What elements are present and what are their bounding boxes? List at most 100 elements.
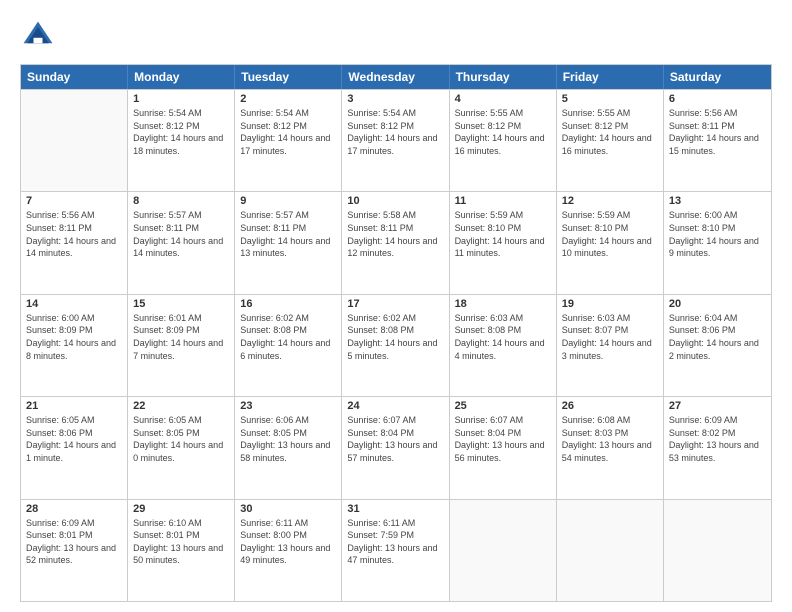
day-number: 23: [240, 400, 336, 412]
header-day-monday: Monday: [128, 65, 235, 89]
day-info: Sunrise: 6:00 AMSunset: 8:09 PMDaylight:…: [26, 312, 122, 362]
calendar-cell: 1 Sunrise: 5:54 AMSunset: 8:12 PMDaylight…: [128, 90, 235, 191]
calendar-cell: 21 Sunrise: 6:05 AMSunset: 8:06 PMDayligh…: [21, 397, 128, 498]
day-number: 11: [455, 195, 551, 207]
day-number: 10: [347, 195, 443, 207]
calendar-cell: 12 Sunrise: 5:59 AMSunset: 8:10 PMDayligh…: [557, 192, 664, 293]
calendar-cell: 25 Sunrise: 6:07 AMSunset: 8:04 PMDayligh…: [450, 397, 557, 498]
day-info: Sunrise: 6:07 AMSunset: 8:04 PMDaylight:…: [347, 414, 443, 464]
header-day-thursday: Thursday: [450, 65, 557, 89]
logo-icon: [20, 18, 56, 54]
logo: [20, 18, 62, 54]
day-info: Sunrise: 5:59 AMSunset: 8:10 PMDaylight:…: [455, 209, 551, 259]
day-number: 4: [455, 93, 551, 105]
calendar-cell: 23 Sunrise: 6:06 AMSunset: 8:05 PMDayligh…: [235, 397, 342, 498]
calendar-cell: 18 Sunrise: 6:03 AMSunset: 8:08 PMDayligh…: [450, 295, 557, 396]
day-info: Sunrise: 5:56 AMSunset: 8:11 PMDaylight:…: [26, 209, 122, 259]
calendar-row-4: 21 Sunrise: 6:05 AMSunset: 8:06 PMDayligh…: [21, 396, 771, 498]
day-number: 28: [26, 503, 122, 515]
calendar-cell: 7 Sunrise: 5:56 AMSunset: 8:11 PMDaylight…: [21, 192, 128, 293]
calendar-cell: 10 Sunrise: 5:58 AMSunset: 8:11 PMDayligh…: [342, 192, 449, 293]
day-info: Sunrise: 5:54 AMSunset: 8:12 PMDaylight:…: [133, 107, 229, 157]
calendar-cell: 19 Sunrise: 6:03 AMSunset: 8:07 PMDayligh…: [557, 295, 664, 396]
calendar-cell: 9 Sunrise: 5:57 AMSunset: 8:11 PMDaylight…: [235, 192, 342, 293]
day-info: Sunrise: 6:05 AMSunset: 8:06 PMDaylight:…: [26, 414, 122, 464]
day-info: Sunrise: 5:55 AMSunset: 8:12 PMDaylight:…: [455, 107, 551, 157]
day-info: Sunrise: 5:59 AMSunset: 8:10 PMDaylight:…: [562, 209, 658, 259]
calendar-cell: 16Sunrise: 6:02 AMSunset: 8:08 PMDayligh…: [235, 295, 342, 396]
day-number: 1: [133, 93, 229, 105]
calendar-cell: 4 Sunrise: 5:55 AMSunset: 8:12 PMDaylight…: [450, 90, 557, 191]
calendar-cell: 29Sunrise: 6:10 AMSunset: 8:01 PMDayligh…: [128, 500, 235, 601]
calendar-cell: 14 Sunrise: 6:00 AMSunset: 8:09 PMDayligh…: [21, 295, 128, 396]
calendar-cell: 20 Sunrise: 6:04 AMSunset: 8:06 PMDayligh…: [664, 295, 771, 396]
calendar: SundayMondayTuesdayWednesdayThursdayFrid…: [20, 64, 772, 602]
day-number: 3: [347, 93, 443, 105]
day-number: 24: [347, 400, 443, 412]
day-number: 19: [562, 298, 658, 310]
day-info: Sunrise: 6:03 AMSunset: 8:08 PMDaylight:…: [455, 312, 551, 362]
day-info: Sunrise: 5:54 AMSunset: 8:12 PMDaylight:…: [347, 107, 443, 157]
calendar-cell: 31 Sunrise: 6:11 AMSunset: 7:59 PMDayligh…: [342, 500, 449, 601]
day-number: 22: [133, 400, 229, 412]
day-number: 18: [455, 298, 551, 310]
day-info: Sunrise: 5:56 AMSunset: 8:11 PMDaylight:…: [669, 107, 766, 157]
day-number: 9: [240, 195, 336, 207]
calendar-cell: 22 Sunrise: 6:05 AMSunset: 8:05 PMDayligh…: [128, 397, 235, 498]
day-number: 27: [669, 400, 766, 412]
day-info: Sunrise: 6:07 AMSunset: 8:04 PMDaylight:…: [455, 414, 551, 464]
calendar-cell: 27Sunrise: 6:09 AMSunset: 8:02 PMDayligh…: [664, 397, 771, 498]
calendar-cell: 3 Sunrise: 5:54 AMSunset: 8:12 PMDaylight…: [342, 90, 449, 191]
calendar-cell: 26Sunrise: 6:08 AMSunset: 8:03 PMDayligh…: [557, 397, 664, 498]
header-day-tuesday: Tuesday: [235, 65, 342, 89]
header-day-saturday: Saturday: [664, 65, 771, 89]
calendar-cell: 30 Sunrise: 6:11 AMSunset: 8:00 PMDayligh…: [235, 500, 342, 601]
day-info: Sunrise: 5:58 AMSunset: 8:11 PMDaylight:…: [347, 209, 443, 259]
day-number: 12: [562, 195, 658, 207]
day-number: 20: [669, 298, 766, 310]
day-info: Sunrise: 5:54 AMSunset: 8:12 PMDaylight:…: [240, 107, 336, 157]
calendar-row-2: 7 Sunrise: 5:56 AMSunset: 8:11 PMDaylight…: [21, 191, 771, 293]
header-day-sunday: Sunday: [21, 65, 128, 89]
day-number: 15: [133, 298, 229, 310]
calendar-row-3: 14 Sunrise: 6:00 AMSunset: 8:09 PMDayligh…: [21, 294, 771, 396]
day-number: 2: [240, 93, 336, 105]
day-info: Sunrise: 6:04 AMSunset: 8:06 PMDaylight:…: [669, 312, 766, 362]
day-number: 21: [26, 400, 122, 412]
day-number: 25: [455, 400, 551, 412]
day-number: 30: [240, 503, 336, 515]
calendar-cell: 28Sunrise: 6:09 AMSunset: 8:01 PMDayligh…: [21, 500, 128, 601]
calendar-cell: 15 Sunrise: 6:01 AMSunset: 8:09 PMDayligh…: [128, 295, 235, 396]
day-number: 7: [26, 195, 122, 207]
calendar-body: 1 Sunrise: 5:54 AMSunset: 8:12 PMDaylight…: [21, 89, 771, 601]
day-number: 29: [133, 503, 229, 515]
calendar-cell: 8Sunrise: 5:57 AMSunset: 8:11 PMDaylight…: [128, 192, 235, 293]
day-info: Sunrise: 6:11 AMSunset: 7:59 PMDaylight:…: [347, 517, 443, 567]
day-info: Sunrise: 6:02 AMSunset: 8:08 PMDaylight:…: [240, 312, 336, 362]
page: SundayMondayTuesdayWednesdayThursdayFrid…: [0, 0, 792, 612]
calendar-cell: 6Sunrise: 5:56 AMSunset: 8:11 PMDaylight…: [664, 90, 771, 191]
day-number: 13: [669, 195, 766, 207]
day-info: Sunrise: 6:03 AMSunset: 8:07 PMDaylight:…: [562, 312, 658, 362]
day-info: Sunrise: 5:57 AMSunset: 8:11 PMDaylight:…: [240, 209, 336, 259]
day-number: 8: [133, 195, 229, 207]
header: [20, 18, 772, 54]
day-number: 31: [347, 503, 443, 515]
day-info: Sunrise: 6:08 AMSunset: 8:03 PMDaylight:…: [562, 414, 658, 464]
day-number: 5: [562, 93, 658, 105]
calendar-cell: [21, 90, 128, 191]
day-info: Sunrise: 6:06 AMSunset: 8:05 PMDaylight:…: [240, 414, 336, 464]
calendar-cell: [557, 500, 664, 601]
day-info: Sunrise: 6:11 AMSunset: 8:00 PMDaylight:…: [240, 517, 336, 567]
calendar-row-5: 28Sunrise: 6:09 AMSunset: 8:01 PMDayligh…: [21, 499, 771, 601]
calendar-cell: 2 Sunrise: 5:54 AMSunset: 8:12 PMDaylight…: [235, 90, 342, 191]
calendar-cell: 24 Sunrise: 6:07 AMSunset: 8:04 PMDayligh…: [342, 397, 449, 498]
calendar-cell: 5 Sunrise: 5:55 AMSunset: 8:12 PMDaylight…: [557, 90, 664, 191]
calendar-cell: 13Sunrise: 6:00 AMSunset: 8:10 PMDayligh…: [664, 192, 771, 293]
day-number: 14: [26, 298, 122, 310]
calendar-header: SundayMondayTuesdayWednesdayThursdayFrid…: [21, 65, 771, 89]
day-info: Sunrise: 6:05 AMSunset: 8:05 PMDaylight:…: [133, 414, 229, 464]
day-info: Sunrise: 6:01 AMSunset: 8:09 PMDaylight:…: [133, 312, 229, 362]
day-number: 17: [347, 298, 443, 310]
day-info: Sunrise: 5:55 AMSunset: 8:12 PMDaylight:…: [562, 107, 658, 157]
